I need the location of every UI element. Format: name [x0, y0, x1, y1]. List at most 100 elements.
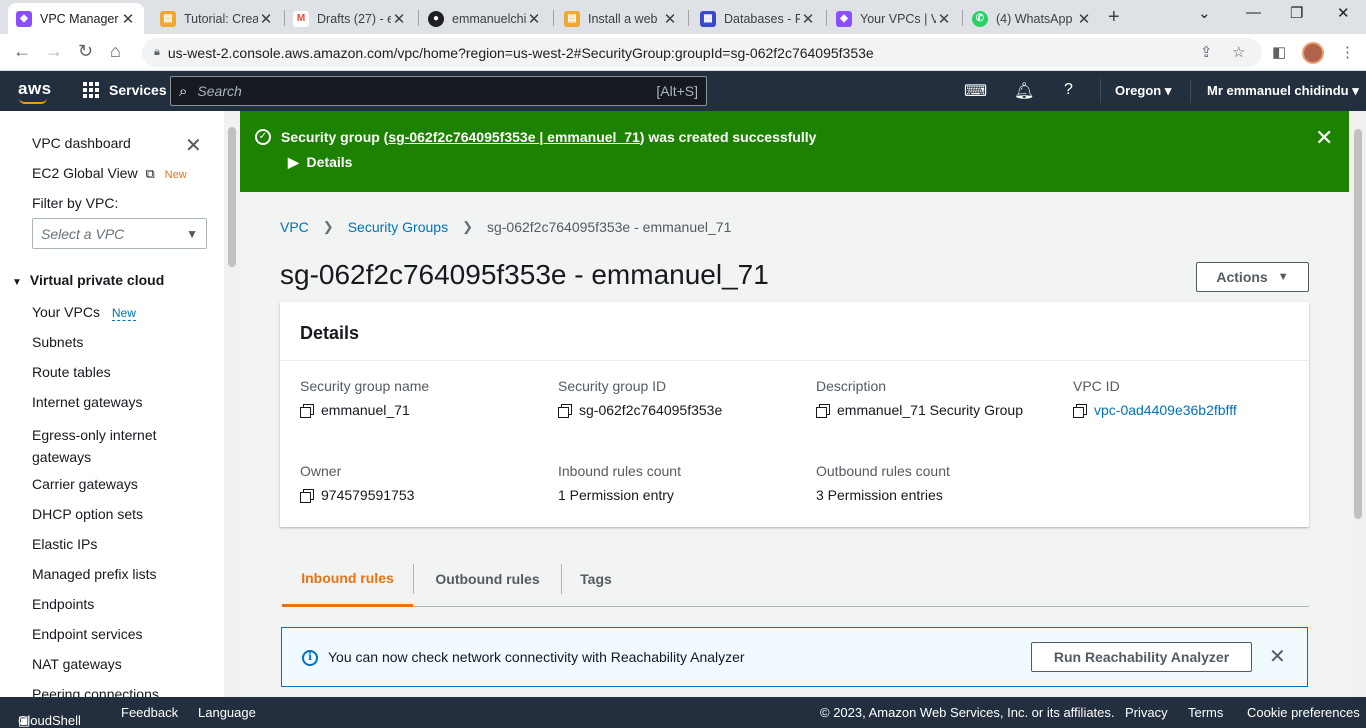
scrollbar-thumb[interactable]: [1354, 129, 1362, 519]
rules-tabs: Inbound rules Outbound rules Tags: [282, 552, 1309, 607]
profile-avatar[interactable]: [1302, 42, 1324, 64]
field-label: Security group name: [300, 378, 430, 394]
forward-arrow-icon[interactable]: →: [45, 41, 63, 62]
close-window-icon[interactable]: ✕: [1337, 4, 1350, 22]
run-reachability-analyzer-button[interactable]: Run Reachability Analyzer: [1031, 642, 1252, 672]
field-value: 974579591753: [300, 487, 414, 503]
sidebar-item-egress-only-internet-gateways[interactable]: Egress-only internet gateways: [32, 424, 182, 468]
copy-icon[interactable]: [816, 403, 830, 418]
tab-outbound-rules[interactable]: Outbound rules: [414, 552, 561, 606]
sidebar-item-internet-gateways[interactable]: Internet gateways: [32, 394, 143, 410]
close-tab-icon[interactable]: ✕: [662, 10, 678, 28]
breadcrumb-vpc[interactable]: VPC: [280, 219, 309, 235]
side-panel-icon[interactable]: ◧: [1272, 43, 1286, 61]
browser-tab-title: Drafts (27) - e: [317, 11, 391, 26]
field-description: Description emmanuel_71 Security Group: [816, 378, 1023, 418]
actions-label: Actions: [1216, 269, 1268, 285]
copy-icon[interactable]: [300, 488, 314, 503]
browser-tab-your-vpcs[interactable]: ◆ Your VPCs | V ✕: [828, 3, 960, 34]
language-link[interactable]: Language: [198, 705, 256, 720]
sidebar-item-subnets[interactable]: Subnets: [32, 334, 83, 350]
url-field[interactable]: 🔒︎ us-west-2.console.aws.amazon.com/vpc/…: [142, 38, 1262, 67]
copy-icon[interactable]: [300, 403, 314, 418]
search-input[interactable]: ⌕ Search [Alt+S]: [170, 76, 707, 106]
sidebar-item-ec2-global-view[interactable]: EC2 Global View ⧉ New: [32, 165, 187, 182]
tab-search-chevron-icon[interactable]: ⌄: [1198, 4, 1211, 22]
flash-details-toggle[interactable]: ▶ Details: [288, 154, 352, 171]
browser-tab-vpc-manager[interactable]: ◆ VPC Manager ✕: [8, 3, 144, 34]
sidebar-item-endpoint-services[interactable]: Endpoint services: [32, 626, 143, 642]
close-tab-icon[interactable]: ✕: [1076, 10, 1092, 28]
sidebar-item-managed-prefix-lists[interactable]: Managed prefix lists: [32, 566, 157, 582]
grid-icon: [83, 82, 99, 98]
cookie-preferences-link[interactable]: Cookie preferences: [1247, 705, 1360, 720]
external-link-icon: ⧉: [145, 166, 155, 181]
sidebar-item-your-vpcs[interactable]: Your VPCs New: [32, 304, 136, 321]
browser-menu-icon[interactable]: ⋮: [1340, 43, 1355, 61]
browser-tab-github[interactable]: ● emmanuelchi ✕: [420, 3, 550, 34]
browser-tab-databases[interactable]: ▦ Databases - R ✕: [692, 3, 824, 34]
close-tab-icon[interactable]: ✕: [936, 10, 952, 28]
chevron-right-icon: ❯: [462, 219, 473, 234]
aws-logo[interactable]: aws: [18, 79, 52, 99]
notifications-bell-icon[interactable]: 🔔︎: [1014, 81, 1034, 101]
close-tab-icon[interactable]: ✕: [391, 10, 407, 28]
home-icon[interactable]: ⌂: [110, 41, 121, 62]
tab-tags[interactable]: Tags: [562, 552, 630, 606]
sidebar-item-route-tables[interactable]: Route tables: [32, 364, 111, 380]
cloudshell-icon[interactable]: ⌨: [964, 81, 987, 101]
browser-tab-title: VPC Manager: [40, 11, 119, 26]
help-icon[interactable]: ?: [1064, 81, 1073, 99]
description-value: emmanuel_71 Security Group: [837, 402, 1023, 418]
minimize-icon[interactable]: —: [1246, 4, 1261, 21]
browser-tab-install[interactable]: ▤ Install a web ✕: [556, 3, 686, 34]
flash-sg-link[interactable]: sg-062f2c764095f353e | emmanuel_71: [388, 129, 639, 145]
sidebar-item-endpoints[interactable]: Endpoints: [32, 596, 94, 612]
sidebar-item-carrier-gateways[interactable]: Carrier gateways: [32, 476, 138, 492]
copy-icon[interactable]: [558, 403, 572, 418]
actions-button[interactable]: Actions ▼: [1196, 262, 1309, 292]
sidebar-item-nat-gateways[interactable]: NAT gateways: [32, 656, 122, 672]
region-selector[interactable]: Oregon ▾: [1115, 83, 1171, 99]
back-arrow-icon[interactable]: ←: [13, 41, 31, 62]
new-tab-plus-icon[interactable]: +: [1108, 6, 1120, 29]
close-tab-icon[interactable]: ✕: [120, 10, 136, 28]
close-tab-icon[interactable]: ✕: [258, 10, 274, 28]
vpc-filter-select[interactable]: Select a VPC ▼: [32, 218, 207, 249]
vpc-id-link[interactable]: vpc-0ad4409e36b2fbfff: [1094, 402, 1237, 418]
close-sidebar-icon[interactable]: ✕: [185, 133, 202, 158]
field-outbound-rules-count: Outbound rules count 3 Permission entrie…: [816, 463, 950, 503]
browser-tab-tutorial[interactable]: ▤ Tutorial: Crea ✕: [152, 3, 282, 34]
close-flash-icon[interactable]: ✕: [1315, 125, 1333, 151]
feedback-link[interactable]: Feedback: [121, 705, 178, 720]
sidebar-item-elastic-ips[interactable]: Elastic IPs: [32, 536, 97, 552]
tab-inbound-rules[interactable]: Inbound rules: [282, 552, 413, 607]
services-menu-button[interactable]: Services: [83, 82, 167, 98]
browser-tab-whatsapp[interactable]: ✆ (4) WhatsApp ✕: [964, 3, 1100, 34]
copy-icon[interactable]: [1073, 403, 1087, 418]
main-scrollbar[interactable]: [1350, 111, 1366, 697]
sidebar-scrollbar[interactable]: [224, 111, 240, 697]
restore-icon[interactable]: ❐: [1290, 4, 1303, 22]
close-tab-icon[interactable]: ✕: [800, 10, 816, 28]
reload-icon[interactable]: ↻: [78, 41, 93, 62]
new-badge-link[interactable]: New: [111, 306, 136, 321]
browser-tab-gmail[interactable]: M Drafts (27) - e ✕: [285, 3, 415, 34]
terms-link[interactable]: Terms: [1188, 705, 1223, 720]
close-tab-icon[interactable]: ✕: [526, 10, 542, 28]
close-alert-icon[interactable]: ✕: [1269, 644, 1286, 669]
sidebar-item-vpc-dashboard[interactable]: VPC dashboard: [32, 135, 131, 151]
breadcrumb-security-groups[interactable]: Security Groups: [348, 219, 448, 235]
success-check-icon: ✓: [255, 129, 271, 145]
bookmark-star-icon[interactable]: ☆: [1232, 43, 1245, 61]
flash-details-label: Details: [306, 154, 353, 170]
scrollbar-thumb[interactable]: [228, 127, 236, 267]
sidebar-section-virtual-private-cloud[interactable]: ▼ Virtual private cloud: [12, 272, 164, 288]
doc-favicon-icon: ▤: [564, 10, 580, 27]
share-icon[interactable]: ⇪: [1200, 43, 1213, 61]
privacy-link[interactable]: Privacy: [1125, 705, 1168, 720]
sidebar-item-peering-connections[interactable]: Peering connections: [32, 686, 159, 697]
account-menu[interactable]: Mr emmanuel chidindu ▾: [1207, 83, 1359, 99]
vpc-filter-placeholder: Select a VPC: [41, 225, 125, 242]
sidebar-item-dhcp-option-sets[interactable]: DHCP option sets: [32, 506, 143, 522]
